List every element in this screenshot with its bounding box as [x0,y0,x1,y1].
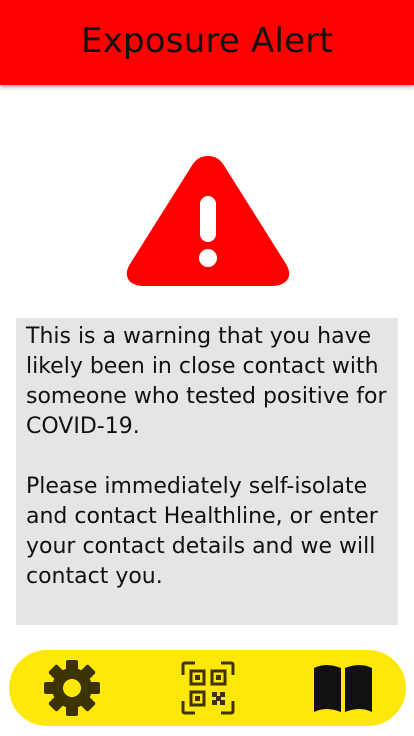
book-icon [314,665,372,712]
app-screen: Exposure Alert This is a warning that yo… [0,0,414,736]
warning-triangle-icon [124,152,292,288]
gear-icon [44,660,100,716]
settings-button[interactable] [39,658,105,718]
qr-code-icon [181,661,234,715]
guide-button[interactable] [310,658,376,718]
header-bar: Exposure Alert [0,0,414,85]
alert-message-paragraph-1: This is a warning that you have likely b… [26,324,387,439]
bottom-nav-bar [9,650,406,726]
scan-qr-button[interactable] [175,658,241,718]
page-title: Exposure Alert [81,20,333,61]
alert-message-panel: This is a warning that you have likely b… [16,318,398,625]
alert-message-paragraph-2: Please immediately self-isolate and cont… [26,474,378,589]
